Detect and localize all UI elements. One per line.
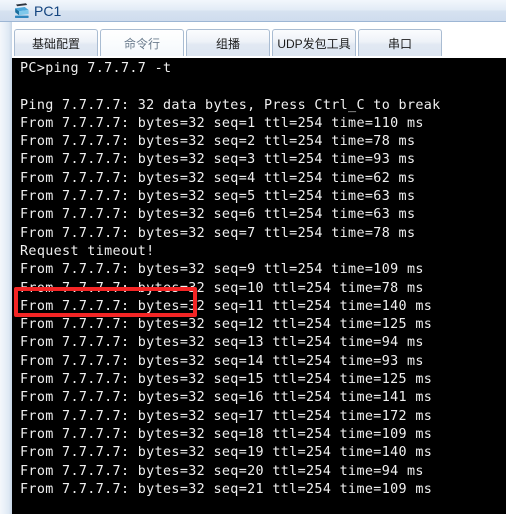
terminal-line: From 7.7.7.7: bytes=32 seq=4 ttl=254 tim… [20,170,416,186]
terminal-line: From 7.7.7.7: bytes=32 seq=15 ttl=254 ti… [20,372,433,388]
terminal-line: From 7.7.7.7: bytes=32 seq=14 ttl=254 ti… [20,353,424,369]
tab-label: 组播 [215,36,240,51]
terminal-line: From 7.7.7.7: bytes=32 seq=16 ttl=254 ti… [20,390,433,406]
terminal-line: From 7.7.7.7: bytes=32 seq=21 ttl=254 ti… [20,481,433,497]
tab-3[interactable]: UDP发包工具 [272,29,356,56]
tab-2[interactable]: 组播 [186,29,270,56]
terminal-line: From 7.7.7.7: bytes=32 seq=11 ttl=254 ti… [20,298,433,314]
terminal-line: From 7.7.7.7: bytes=32 seq=12 ttl=254 ti… [20,317,433,333]
terminal-line: PC>ping 7.7.7.7 -t [20,61,172,76]
window-titlebar: PC1 [0,0,506,22]
terminal-output: PC>ping 7.7.7.7 -t Ping 7.7.7.7: 32 data … [20,60,506,514]
terminal-line: Ping 7.7.7.7: 32 data bytes, Press Ctrl_… [20,97,441,113]
window-left-border [0,22,12,514]
terminal-line: From 7.7.7.7: bytes=32 seq=2 ttl=254 tim… [20,134,416,150]
tab-label: 串口 [387,36,412,51]
tab-4[interactable]: 串口 [358,29,442,56]
computer-icon [13,2,31,20]
tab-0[interactable]: 基础配置 [14,29,98,56]
tab-strip: 基础配置 命令行 组播 UDP发包工具 串口 [12,22,506,58]
terminal-line: From 7.7.7.7: bytes=32 seq=10 ttl=254 ti… [20,280,424,296]
terminal-line: From 7.7.7.7: bytes=32 seq=7 ttl=254 tim… [20,225,416,241]
terminal-line: From 7.7.7.7: bytes=32 seq=9 ttl=254 tim… [20,262,424,278]
terminal-line: From 7.7.7.7: bytes=32 seq=6 ttl=254 tim… [20,207,416,223]
terminal-line: From 7.7.7.7: bytes=32 seq=3 ttl=254 tim… [20,152,416,168]
terminal-line: From 7.7.7.7: bytes=32 seq=20 ttl=254 ti… [20,463,424,479]
tab-label: 命令行 [123,36,160,51]
pc1-console-window: PC1 基础配置 命令行 组播 UDP发包工具 串口 PC>ping 7.7.7.7 -… [0,0,506,514]
command-line-terminal[interactable]: PC>ping 7.7.7.7 -t Ping 7.7.7.7: 32 data … [12,58,506,514]
terminal-line: From 7.7.7.7: bytes=32 seq=13 ttl=254 ti… [20,335,424,351]
tab-label: 基础配置 [31,36,80,51]
terminal-line: From 7.7.7.7: bytes=32 seq=18 ttl=254 ti… [20,426,433,442]
terminal-line: From 7.7.7.7: bytes=32 seq=17 ttl=254 ti… [20,408,433,424]
terminal-line: From 7.7.7.7: bytes=32 seq=19 ttl=254 ti… [20,445,433,461]
tab-1[interactable]: 命令行 [100,29,184,56]
terminal-line: Request timeout! [20,243,155,259]
terminal-line: From 7.7.7.7: bytes=32 seq=1 ttl=254 tim… [20,115,424,131]
tab-label: UDP发包工具 [277,36,351,51]
window-title: PC1 [34,2,62,19]
terminal-line: From 7.7.7.7: bytes=32 seq=5 ttl=254 tim… [20,189,416,205]
